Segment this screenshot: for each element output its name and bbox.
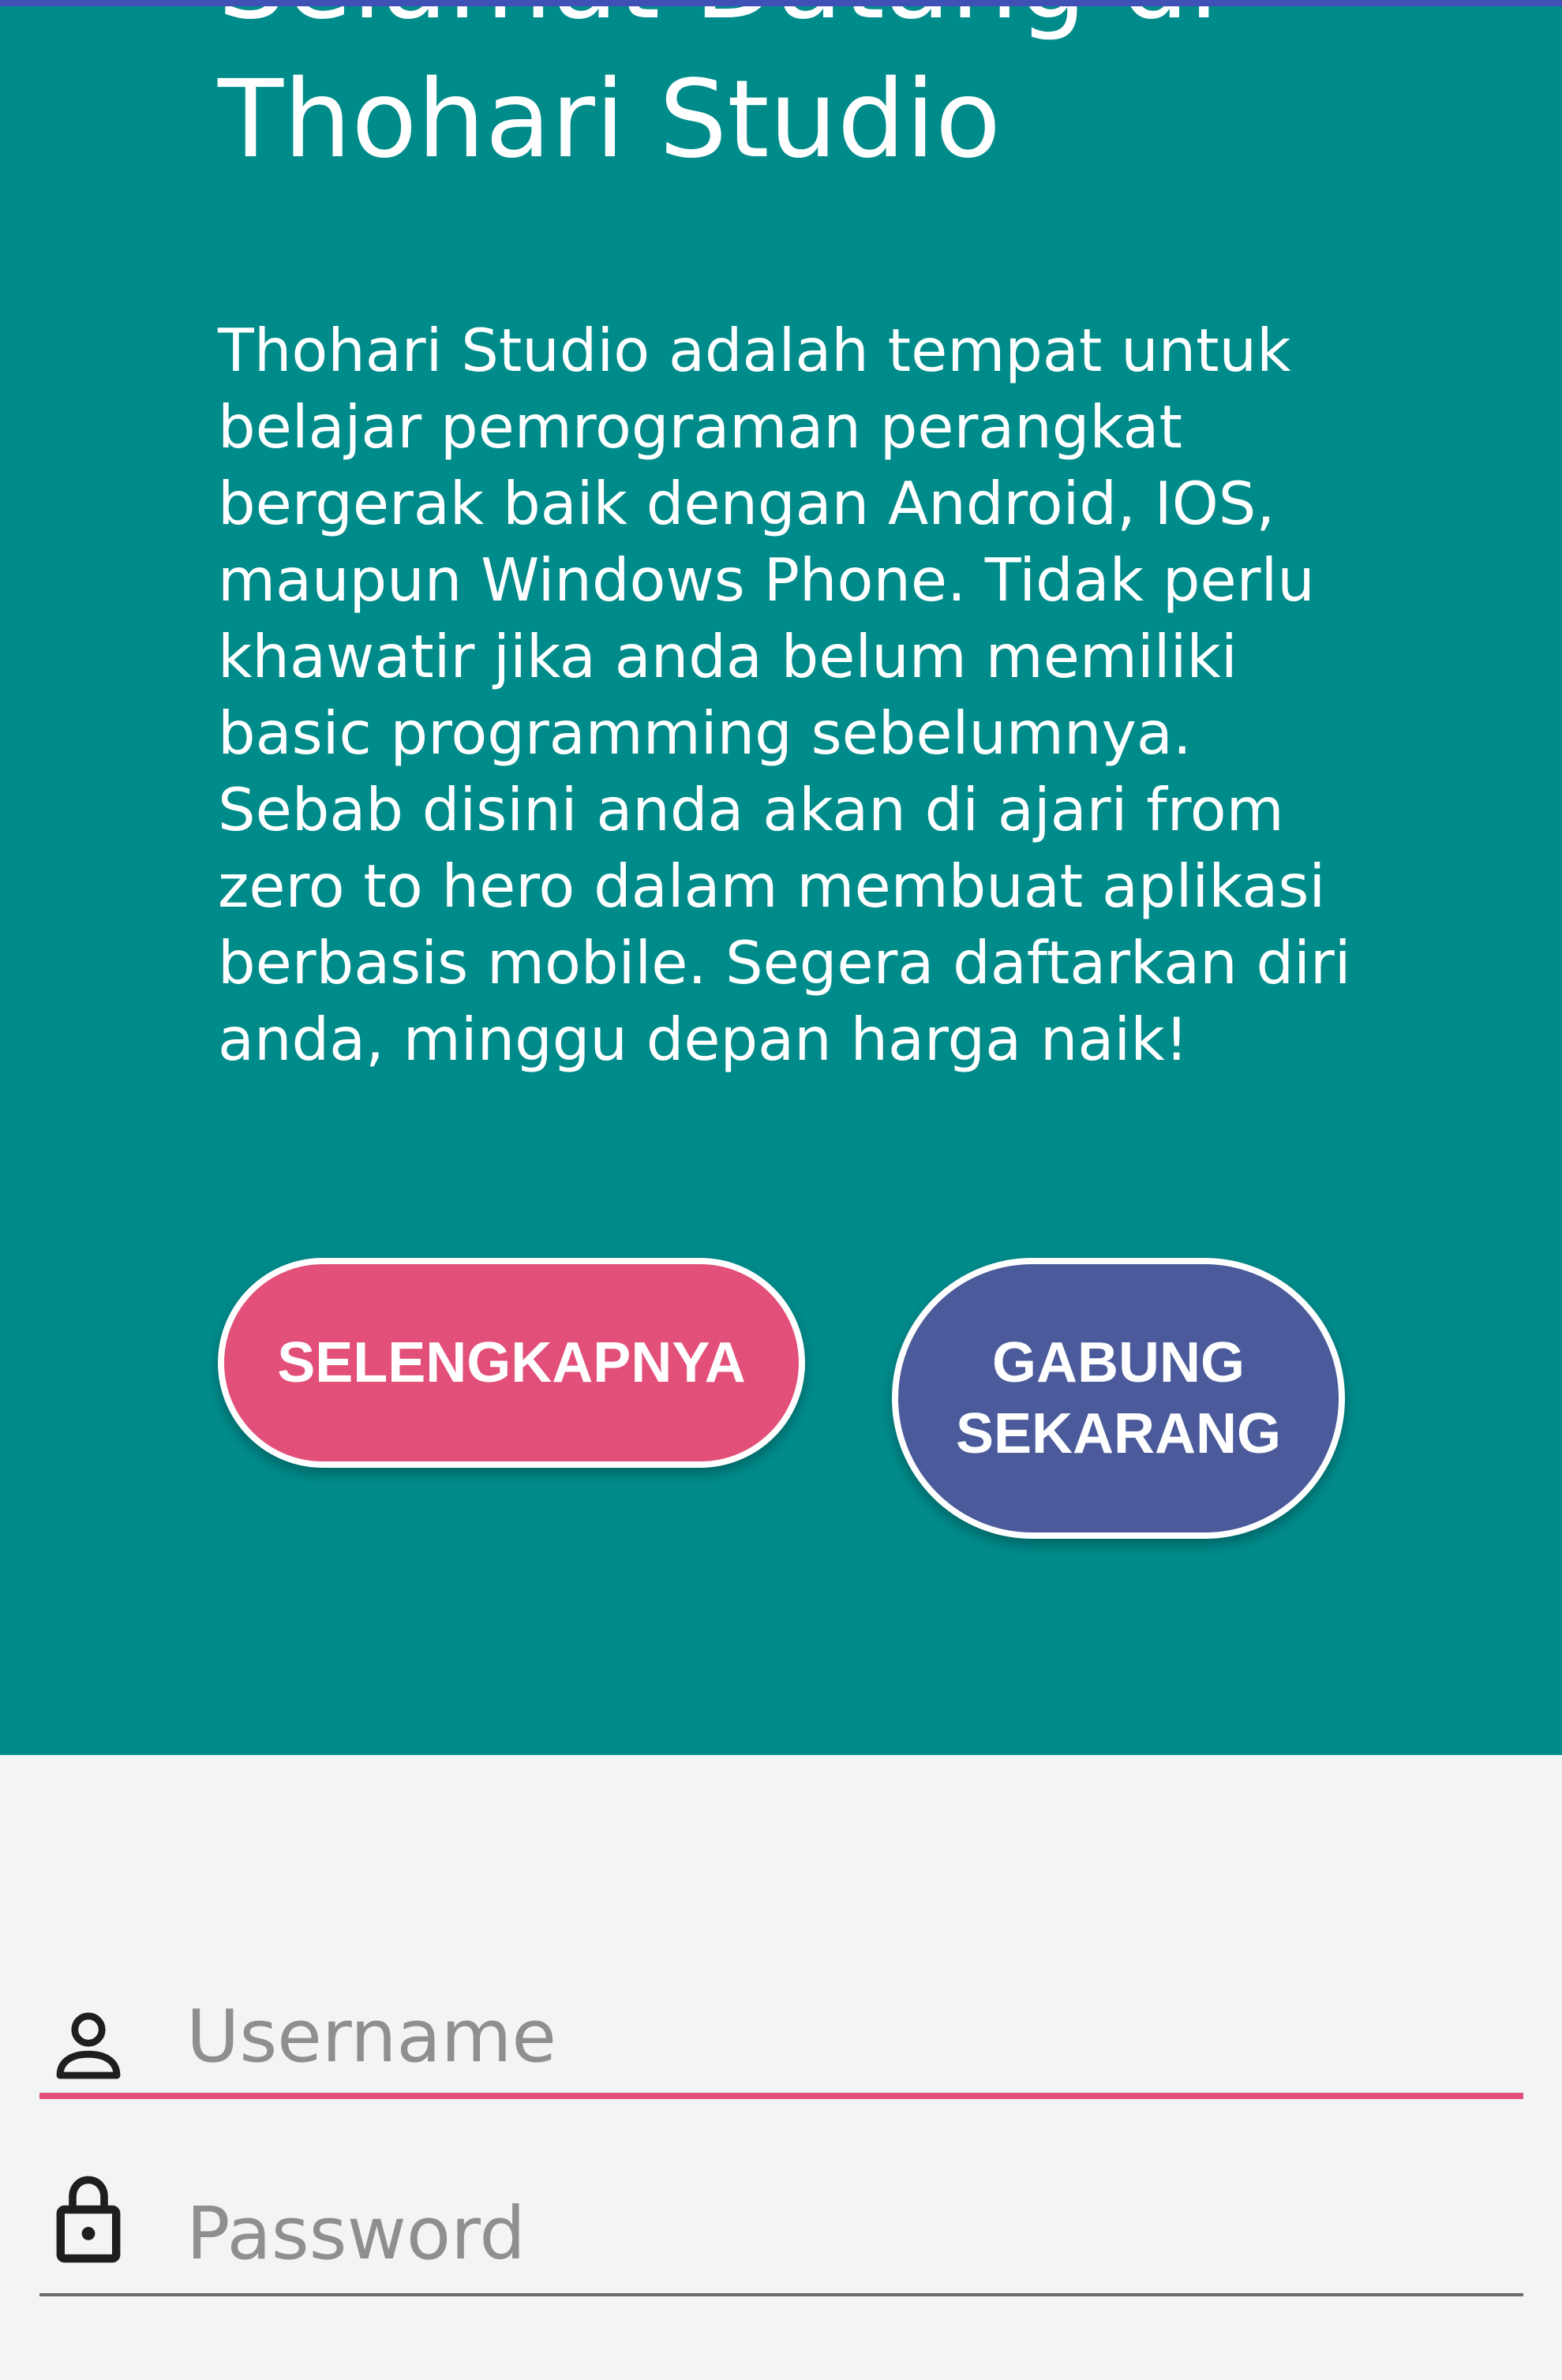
welcome-section: Selamat Datang di Thohari Studio Thohari… bbox=[0, 0, 1562, 1755]
join-button-label-line-2: SEKARANG bbox=[955, 1402, 1282, 1465]
password-field bbox=[39, 2176, 1523, 2296]
lock-icon bbox=[51, 2172, 126, 2265]
username-input[interactable] bbox=[186, 1981, 1512, 2091]
join-now-button[interactable]: GABUNG SEKARANG bbox=[892, 1258, 1345, 1539]
title-line-2: Thohari Studio bbox=[218, 58, 1002, 182]
person-icon bbox=[51, 2008, 126, 2086]
username-underline bbox=[39, 2093, 1523, 2099]
title-line-1: Selamat Datang di bbox=[218, 0, 1402, 51]
status-bar-edge bbox=[0, 0, 1562, 6]
join-button-label-line-1: GABUNG bbox=[992, 1331, 1245, 1394]
password-underline bbox=[39, 2293, 1523, 2296]
more-button-label: SELENGKAPNYA bbox=[277, 1331, 746, 1394]
welcome-description: Thohari Studio adalah tempat untuk belaj… bbox=[218, 316, 1351, 1074]
page-title: Selamat Datang di Thohari Studio bbox=[218, 0, 1402, 189]
username-field bbox=[39, 1981, 1523, 2099]
more-button[interactable]: SELENGKAPNYA bbox=[218, 1258, 805, 1468]
password-input[interactable] bbox=[186, 2178, 1512, 2288]
